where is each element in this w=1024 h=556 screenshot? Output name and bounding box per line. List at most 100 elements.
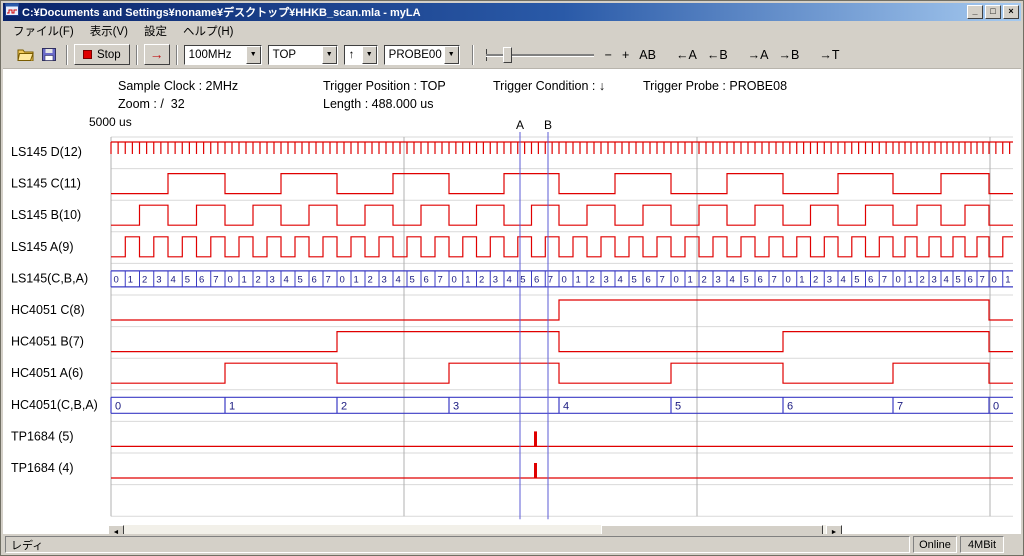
chevron-down-icon[interactable]: ▼ — [322, 46, 337, 64]
menu-item-settings[interactable]: 設定 — [136, 21, 175, 41]
goto-cursor-b-button[interactable]: ←B — [702, 46, 733, 64]
bus-value: 2 — [142, 274, 147, 285]
bus-value: 0 — [674, 274, 679, 285]
bus-value: 3 — [493, 274, 498, 285]
window-title: C:¥Documents and Settings¥noname¥デスクトップ¥… — [22, 4, 964, 20]
bus-value: 6 — [534, 274, 539, 285]
status-bar: レディ Online 4MBit — [3, 534, 1021, 553]
slider-thumb[interactable] — [503, 47, 512, 63]
bus-value: 4 — [944, 274, 949, 285]
bus-value: 6 — [424, 274, 429, 285]
bus-value: 0 — [114, 274, 119, 285]
trigger-probe-value: PROBE00 — [385, 46, 444, 64]
menu-item-view[interactable]: 表示(V) — [82, 21, 136, 41]
bus-value: 2 — [813, 274, 818, 285]
channel-label: LS145 A(9) — [11, 240, 74, 254]
bus-value: 1 — [576, 274, 581, 285]
zoom-out-button[interactable]: − — [600, 46, 617, 64]
scroll-left-button[interactable]: ◄ — [108, 525, 124, 534]
chevron-down-icon[interactable]: ▼ — [246, 46, 261, 64]
bus-value: 0 — [452, 274, 457, 285]
next-cursor-a-button[interactable]: →A — [743, 46, 774, 64]
bus-value: 6 — [758, 274, 763, 285]
bus-value: 1 — [242, 274, 247, 285]
bus-value: 0 — [228, 274, 233, 285]
channel-label: TP1684 (4) — [11, 461, 74, 475]
bus-value: 1 — [229, 400, 235, 412]
sample-clock-label: Sample Clock : 2MHz — [118, 79, 238, 93]
bus-value: 3 — [716, 274, 721, 285]
pulse-mark — [534, 431, 537, 446]
resize-grip — [1007, 536, 1019, 553]
bus-value: 7 — [438, 274, 443, 285]
bus-value: 5 — [298, 274, 303, 285]
maximize-button[interactable]: □ — [985, 5, 1001, 19]
bus-value: 6 — [199, 274, 204, 285]
stop-button[interactable]: Stop — [74, 44, 130, 65]
save-button[interactable] — [38, 45, 60, 64]
bus-value: 1 — [354, 274, 359, 285]
goto-cursor-a-button[interactable]: ←A — [671, 46, 702, 64]
zoom-slider[interactable] — [486, 45, 594, 65]
bus-value: 4 — [284, 274, 289, 285]
toolbar-separator — [66, 45, 68, 65]
zoom-in-button[interactable]: + — [617, 46, 634, 64]
bus-value: 7 — [660, 274, 665, 285]
sample-clock-select[interactable]: 100MHz ▼ — [184, 45, 262, 65]
bus-value: 5 — [956, 274, 961, 285]
bus-value: 7 — [213, 274, 218, 285]
waveform-trace — [111, 205, 1013, 225]
toolbar: Stop → 100MHz ▼ TOP ▼ ↑ ▼ PROBE00 ▼ − + … — [3, 41, 1021, 69]
bus-value: 1 — [128, 274, 133, 285]
bus-value: 7 — [882, 274, 887, 285]
minimize-button[interactable]: _ — [967, 5, 983, 19]
bus-value: 0 — [992, 274, 997, 285]
bus-value: 1 — [908, 274, 913, 285]
bus-value: 2 — [368, 274, 373, 285]
trigger-position-select[interactable]: TOP ▼ — [268, 45, 338, 65]
cursor-a-label: A — [516, 118, 524, 132]
trigger-probe-select[interactable]: PROBE00 ▼ — [384, 45, 460, 65]
bus-value: 6 — [646, 274, 651, 285]
chevron-down-icon[interactable]: ▼ — [362, 46, 377, 64]
toolbar-separator — [136, 45, 138, 65]
channel-label: HC4051(C,B,A) — [11, 398, 98, 412]
menu-item-file[interactable]: ファイル(F) — [5, 21, 82, 41]
open-file-button[interactable] — [13, 45, 38, 64]
bus-value: 4 — [171, 274, 176, 285]
run-button[interactable]: → — [144, 44, 170, 65]
next-cursor-b-button[interactable]: →B — [774, 46, 805, 64]
bus-value: 3 — [932, 274, 937, 285]
title-bar[interactable]: C:¥Documents and Settings¥noname¥デスクトップ¥… — [3, 3, 1021, 21]
bus-value: 5 — [675, 400, 681, 412]
app-window: C:¥Documents and Settings¥noname¥デスクトップ¥… — [0, 0, 1024, 556]
time-axis-label: 5000 us — [89, 115, 132, 129]
bus-value: 7 — [772, 274, 777, 285]
ab-cursors-button[interactable]: AB — [634, 46, 661, 64]
chevron-down-icon[interactable]: ▼ — [444, 46, 459, 64]
bus-value: 2 — [702, 274, 707, 285]
window-controls: _ □ × — [967, 5, 1019, 19]
bus-value: 0 — [896, 274, 901, 285]
bus-value: 7 — [980, 274, 985, 285]
channel-label: TP1684 (5) — [11, 429, 74, 443]
bus-value: 4 — [563, 400, 569, 412]
bus-value: 0 — [340, 274, 345, 285]
trigger-probe-label: Trigger Probe : PROBE08 — [643, 79, 787, 93]
folder-open-icon — [17, 48, 34, 61]
sample-clock-value: 100MHz — [185, 46, 246, 64]
scroll-right-button[interactable]: ► — [826, 525, 842, 534]
horizontal-scrollbar[interactable]: ◄ ► — [108, 525, 842, 534]
channel-label: LS145 B(10) — [11, 208, 81, 222]
bus-value: 5 — [854, 274, 859, 285]
waveform-trace — [111, 332, 1013, 352]
trigger-edge-select[interactable]: ↑ ▼ — [344, 45, 378, 65]
close-button[interactable]: × — [1003, 5, 1019, 19]
waveform-trace — [111, 300, 1013, 320]
scroll-thumb[interactable] — [601, 525, 823, 534]
menu-item-help[interactable]: ヘルプ(H) — [175, 21, 241, 41]
goto-trigger-button[interactable]: →T — [814, 46, 844, 64]
menu-bar: ファイル(F) 表示(V) 設定 ヘルプ(H) — [3, 21, 1021, 41]
status-message: レディ — [5, 536, 910, 553]
waveform-canvas[interactable]: 5000 usLS145 D(12)LS145 C(11)LS145 B(10)… — [3, 109, 1021, 523]
